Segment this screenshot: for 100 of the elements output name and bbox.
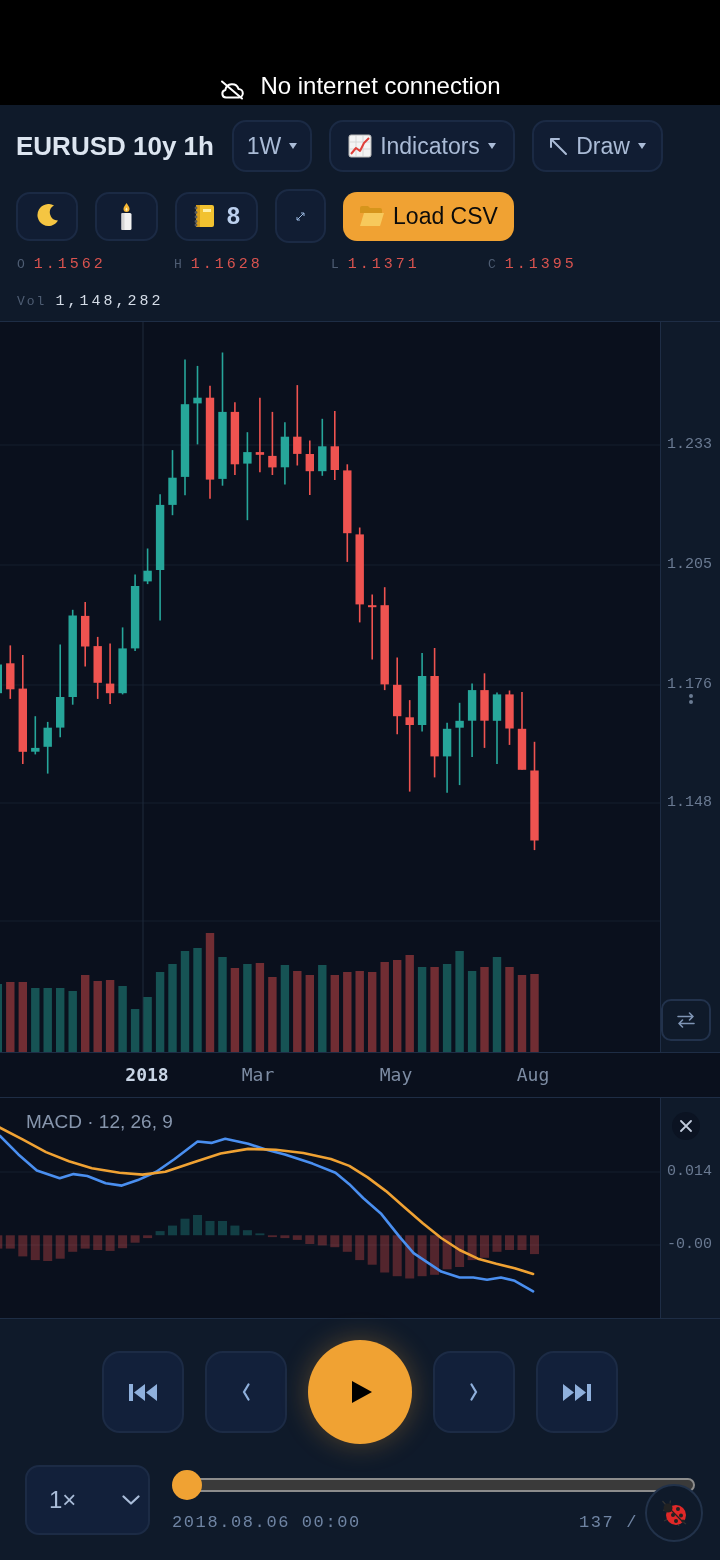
load-csv-button[interactable]: Load CSV (343, 191, 514, 241)
histogram-bar (18, 1235, 28, 1257)
histogram-bar (492, 1235, 502, 1252)
candlestick (168, 449, 177, 516)
play-button[interactable] (308, 1340, 412, 1444)
price-value: 1.1562 (33, 255, 106, 275)
histogram-bar (380, 1235, 390, 1273)
volume-label: Vol (17, 293, 47, 311)
skip-to-start-button[interactable] (102, 1351, 184, 1433)
cloud-off-icon (219, 80, 246, 100)
timeframe-dropdown[interactable]: 1W (232, 120, 312, 172)
swap-button[interactable] (661, 999, 711, 1041)
histogram-bar (130, 1235, 140, 1243)
volume-bar (118, 986, 127, 1052)
histogram-bar (242, 1230, 252, 1236)
volume-value: 1,148,282 (55, 292, 164, 312)
price-label: C (488, 256, 498, 274)
macd-axis-label: -0.00 (667, 1235, 712, 1255)
chevron-down-icon (122, 1495, 140, 1505)
histogram-bar (317, 1235, 327, 1246)
histogram-bar (230, 1225, 240, 1236)
histogram-bar (480, 1235, 489, 1258)
histogram-bar (267, 1235, 277, 1238)
indicators-dropdown[interactable]: Indicators (329, 120, 515, 172)
candlestick (318, 418, 327, 477)
candle-button[interactable] (95, 191, 158, 241)
candlestick (505, 689, 514, 746)
histogram-bar (430, 1235, 440, 1275)
price-label: O (17, 256, 27, 274)
volume-bar (6, 982, 15, 1052)
histogram-bar (367, 1235, 377, 1265)
skip-to-start-icon (129, 1383, 157, 1401)
time-axis-label: Aug (516, 1064, 550, 1086)
volume-bar (18, 982, 27, 1052)
chart-increasing-icon (348, 134, 373, 158)
close-icon (680, 1120, 692, 1132)
volume-bar (43, 988, 52, 1052)
histogram-bar (417, 1235, 427, 1277)
indicator-label: MACD · 12, 26, 9 (26, 1111, 173, 1133)
candle-icon (120, 202, 133, 230)
histogram-bar (180, 1218, 190, 1236)
histogram-bar (30, 1235, 40, 1261)
histogram-bar (80, 1235, 90, 1249)
histogram-bar (330, 1235, 340, 1248)
chevron-left-icon (242, 1383, 250, 1401)
candlestick (31, 715, 40, 756)
volume-bar (68, 991, 77, 1052)
arrow-up-left-icon (549, 136, 569, 156)
histogram-bar (43, 1235, 53, 1261)
candlestick (280, 421, 290, 486)
price-axis-label: 1.176 (667, 677, 712, 693)
candlestick (81, 601, 90, 668)
candlestick (6, 644, 15, 700)
candlestick (43, 721, 52, 775)
timestamp-text: 2018.08.06 00:00 (172, 1512, 361, 1534)
skip-to-end-icon (563, 1383, 591, 1401)
play-icon (352, 1381, 372, 1403)
histogram-bar (280, 1235, 290, 1239)
price-axis-label: 1.148 (667, 795, 712, 811)
histogram-bar (168, 1225, 177, 1236)
histogram-bar (193, 1215, 202, 1236)
connection-status-text: No internet connection (260, 72, 501, 100)
candlestick (0, 664, 2, 694)
caret-icon (637, 143, 646, 149)
histogram-bar (205, 1221, 215, 1236)
price-value: 1.1395 (504, 255, 577, 275)
caret-icon (289, 143, 298, 149)
histogram-bar (255, 1233, 265, 1236)
chart-title: EURUSD 10y 1h (16, 130, 215, 162)
histogram-bar (405, 1235, 415, 1279)
volume-bar (93, 981, 102, 1052)
candlestick (118, 626, 127, 696)
histogram-bar (442, 1235, 452, 1270)
caret-icon (487, 143, 496, 149)
histogram-bar (155, 1231, 165, 1236)
candlestick (368, 593, 377, 661)
histogram-bar (55, 1235, 65, 1259)
slider-thumb[interactable] (172, 1470, 202, 1500)
playback-slider[interactable] (172, 1470, 695, 1500)
notebook-icon (192, 204, 215, 228)
diagonal-arrows-icon (296, 211, 305, 221)
volume-bar (31, 988, 40, 1052)
histogram-bar (305, 1235, 315, 1244)
volume-bar (105, 980, 115, 1052)
close-button[interactable] (672, 1112, 700, 1140)
open-folder-icon (359, 205, 386, 227)
histogram-bar (530, 1235, 539, 1255)
crescent-moon-icon (35, 204, 59, 228)
volume-bar (56, 988, 65, 1052)
moon-button[interactable] (16, 191, 78, 241)
notebook-button[interactable]: 8 (175, 191, 258, 241)
skip-to-end-button[interactable] (536, 1351, 618, 1433)
price-label: L (331, 256, 341, 274)
draw-dropdown[interactable]: Draw (532, 120, 663, 172)
speed-select[interactable]: 1× (25, 1465, 150, 1535)
histogram-bar (292, 1235, 302, 1240)
ladybug-icon (660, 1500, 688, 1526)
candlestick (105, 642, 115, 705)
macd-axis-label: 0.014 (667, 1162, 712, 1182)
volume-bar (143, 997, 152, 1052)
